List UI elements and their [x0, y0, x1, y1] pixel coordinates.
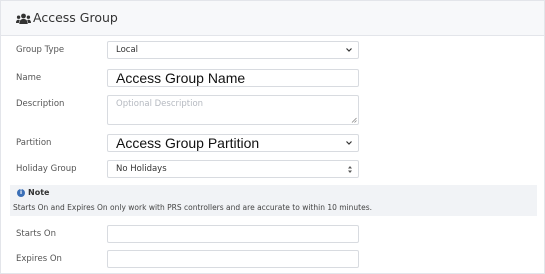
resize-handle-icon[interactable]	[351, 117, 357, 123]
description-label: Description	[16, 99, 65, 109]
note-text: Starts On and Expires On only work with …	[13, 203, 373, 212]
name-value: Access Group Name	[116, 70, 246, 86]
partition-select[interactable]: Access Group Partition	[107, 134, 359, 152]
holiday-group-select[interactable]: No Holidays	[107, 160, 359, 178]
panel-title: Access Group	[33, 10, 118, 25]
note-box: i Note Starts On and Expires On only wor…	[10, 185, 537, 216]
partition-label: Partition	[16, 138, 52, 148]
chevron-down-icon	[346, 48, 352, 52]
name-label: Name	[16, 73, 42, 83]
note-title: Note	[28, 188, 50, 197]
group-type-label: Group Type	[16, 45, 65, 55]
starts-on-input[interactable]	[107, 225, 359, 243]
info-icon: i	[17, 189, 25, 197]
group-type-value: Local	[116, 45, 139, 55]
users-icon	[16, 13, 31, 24]
description-placeholder: Optional Description	[116, 99, 204, 109]
holiday-group-label: Holiday Group	[16, 164, 77, 174]
partition-value: Access Group Partition	[116, 135, 260, 151]
holiday-group-value: No Holidays	[116, 164, 167, 174]
name-input[interactable]: Access Group Name	[107, 69, 359, 87]
panel-header: Access Group	[1, 1, 544, 36]
starts-on-label: Starts On	[16, 229, 56, 239]
group-type-select[interactable]: Local	[107, 41, 359, 59]
expires-on-label: Expires On	[16, 254, 62, 264]
access-group-panel: Access Group Group Type Local Name Acces…	[0, 0, 545, 274]
chevron-down-icon	[346, 141, 352, 145]
expires-on-input[interactable]	[107, 250, 359, 268]
description-textarea[interactable]: Optional Description	[107, 95, 359, 125]
updown-arrows-icon	[348, 166, 352, 173]
